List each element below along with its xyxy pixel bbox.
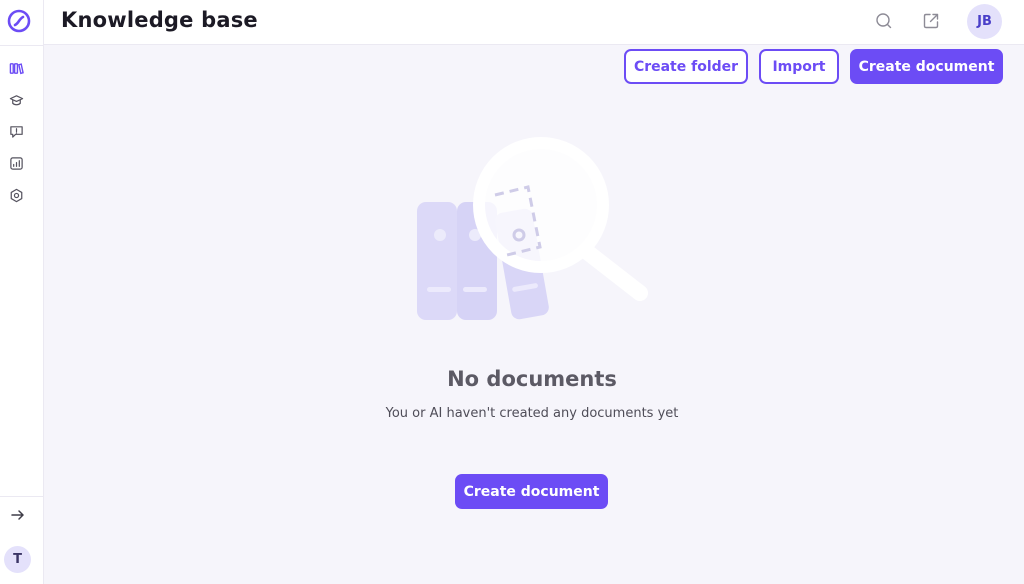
graduation-cap-icon [9, 93, 24, 112]
gear-icon [9, 188, 24, 207]
create-folder-button[interactable]: Create folder [624, 49, 748, 84]
sidebar-divider [0, 45, 44, 46]
books-icon [9, 61, 24, 80]
external-link-icon[interactable] [921, 11, 941, 31]
page-title: Knowledge base [61, 8, 258, 32]
search-icon[interactable] [874, 11, 894, 31]
arrow-right-icon[interactable] [9, 506, 27, 524]
sidebar-item-analytics[interactable] [8, 156, 24, 175]
chart-icon [9, 156, 24, 175]
empty-state-title: No documents [447, 367, 617, 391]
sidebar-item-support[interactable] [8, 125, 24, 141]
empty-state-create-document-button[interactable]: Create document [455, 474, 608, 509]
app-logo-icon[interactable] [7, 9, 31, 33]
sidebar-divider [0, 496, 44, 497]
chat-bubble-icon [9, 124, 24, 143]
workspace-avatar[interactable]: T [4, 546, 31, 573]
top-header: Knowledge base JB [44, 0, 1024, 45]
sidebar-item-settings[interactable] [8, 188, 24, 207]
sidebar: T [0, 0, 44, 584]
user-avatar[interactable]: JB [967, 4, 1002, 39]
magnifier-over-documents-icon [400, 135, 660, 335]
sidebar-item-library[interactable] [8, 62, 24, 78]
empty-state-description: You or AI haven't created any documents … [385, 406, 679, 421]
import-button[interactable]: Import [759, 49, 839, 84]
sidebar-item-learning[interactable] [8, 94, 24, 110]
create-document-button[interactable]: Create document [850, 49, 1003, 84]
